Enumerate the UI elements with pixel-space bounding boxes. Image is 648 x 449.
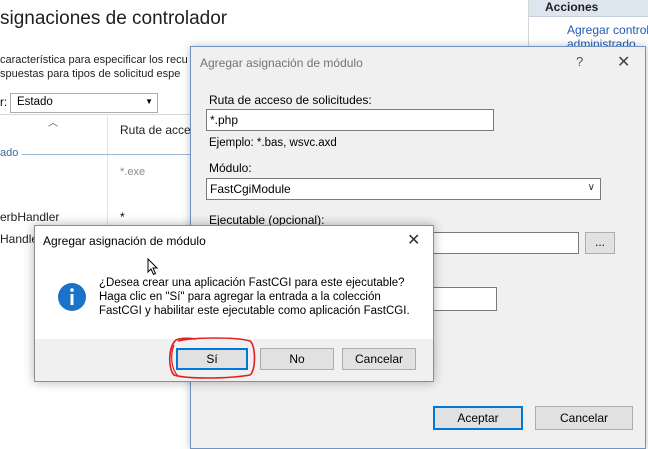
page-title: signaciones de controlador bbox=[0, 8, 228, 29]
close-icon[interactable]: ✕ bbox=[617, 52, 630, 72]
page-description-line-1: característica para especificar los recu bbox=[0, 54, 188, 66]
accept-button[interactable]: Aceptar bbox=[433, 406, 523, 430]
sort-up-icon: ︿ bbox=[48, 118, 58, 129]
table-row[interactable]: Handle bbox=[0, 232, 38, 246]
add-managed-handler-link[interactable]: Agregar controlador bbox=[567, 23, 648, 37]
info-icon bbox=[58, 283, 86, 311]
red-annotation-circle bbox=[168, 337, 256, 379]
module-select-value: FastCgiModule bbox=[210, 182, 291, 196]
group-divider bbox=[22, 154, 190, 155]
close-icon[interactable]: ✕ bbox=[407, 230, 420, 250]
confirm-dialog-title: Agregar asignación de módulo bbox=[43, 234, 206, 248]
group-by-value: Estado bbox=[17, 96, 53, 108]
mouse-cursor-icon bbox=[147, 258, 159, 276]
request-path-example: Ejemplo: *.bas, wsvc.axd bbox=[209, 137, 337, 149]
help-icon[interactable]: ? bbox=[576, 54, 583, 69]
dialog-title: Agregar asignación de módulo bbox=[200, 56, 363, 70]
request-path-label: Ruta de acceso de solicitudes: bbox=[209, 93, 372, 107]
confirm-message-line-2: Haga clic en "Sí" para agregar la entrad… bbox=[99, 291, 381, 303]
group-header: ado bbox=[0, 147, 19, 159]
no-button[interactable]: No bbox=[260, 348, 334, 370]
table-cell: * bbox=[120, 210, 125, 224]
request-path-input[interactable] bbox=[206, 109, 494, 131]
confirm-message-line-3: FastCGI y habilitar este ejecutable como… bbox=[99, 305, 410, 317]
table-cell: *.exe bbox=[120, 166, 146, 178]
browse-button[interactable]: ... bbox=[585, 232, 615, 254]
dialog-titlebar[interactable]: Agregar asignación de módulo ? ✕ bbox=[191, 47, 645, 77]
executable-input[interactable] bbox=[433, 232, 579, 254]
cancel-button[interactable]: Cancelar bbox=[535, 406, 633, 430]
page-description-line-2: spuestas para tipos de solicitud espe bbox=[0, 68, 181, 80]
chevron-down-icon: ▼ bbox=[145, 97, 153, 106]
confirm-message-line-1: ¿Desea crear una aplicación FastCGI para… bbox=[99, 277, 405, 289]
module-label: Módulo: bbox=[209, 161, 252, 175]
group-by-select[interactable]: Estado ▼ bbox=[10, 93, 158, 113]
group-by-label: r: bbox=[0, 97, 8, 109]
name-input[interactable] bbox=[433, 287, 497, 311]
module-select[interactable]: FastCgiModule ∨ bbox=[206, 178, 601, 200]
column-header-path[interactable]: Ruta de acces bbox=[120, 123, 197, 137]
actions-header-label: Acciones bbox=[545, 0, 599, 14]
table-row[interactable]: erbHandler bbox=[0, 210, 59, 224]
actions-header: Acciones bbox=[529, 0, 648, 17]
chevron-down-icon: ∨ bbox=[587, 182, 595, 193]
cancel-button[interactable]: Cancelar bbox=[342, 348, 416, 370]
